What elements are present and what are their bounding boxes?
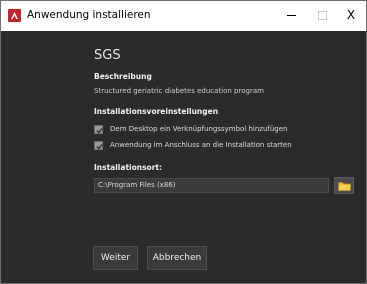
installer-window: Anwendung installieren X SGS Beschreibun… bbox=[0, 0, 367, 284]
folder-icon bbox=[338, 182, 351, 191]
title-bar[interactable]: Anwendung installieren X bbox=[1, 1, 366, 31]
cancel-button[interactable]: Abbrechen bbox=[147, 246, 207, 270]
minimize-button[interactable] bbox=[282, 6, 302, 24]
window-title: Anwendung installieren bbox=[27, 9, 151, 21]
minimize-icon bbox=[287, 15, 296, 16]
desktop-shortcut-label: Dem Desktop ein Verknüpfungssymbol hinzu… bbox=[110, 125, 288, 133]
close-icon: X bbox=[346, 8, 356, 22]
next-button[interactable]: Weiter bbox=[93, 246, 138, 270]
description-label: Beschreibung bbox=[94, 72, 152, 81]
preferences-label: Installationsvoreinstellungen bbox=[94, 107, 219, 116]
maximize-button[interactable] bbox=[312, 6, 332, 24]
location-label: Installationsort: bbox=[94, 163, 162, 172]
browse-folder-button[interactable] bbox=[334, 177, 354, 194]
launch-after-install-checkbox[interactable] bbox=[94, 141, 103, 150]
description-text: Structured geriatric diabetes education … bbox=[94, 87, 264, 95]
installer-content: SGS Beschreibung Structured geriatric di… bbox=[1, 31, 366, 283]
maximize-icon bbox=[318, 11, 327, 20]
install-path-input[interactable]: C:\Program Files (x86) bbox=[94, 178, 329, 193]
launch-after-install-label: Anwendung im Anschluss an die Installati… bbox=[110, 141, 292, 149]
air-app-icon bbox=[8, 9, 21, 22]
close-button[interactable]: X bbox=[341, 6, 361, 24]
app-name: SGS bbox=[94, 48, 121, 63]
desktop-shortcut-checkbox[interactable] bbox=[94, 125, 103, 134]
